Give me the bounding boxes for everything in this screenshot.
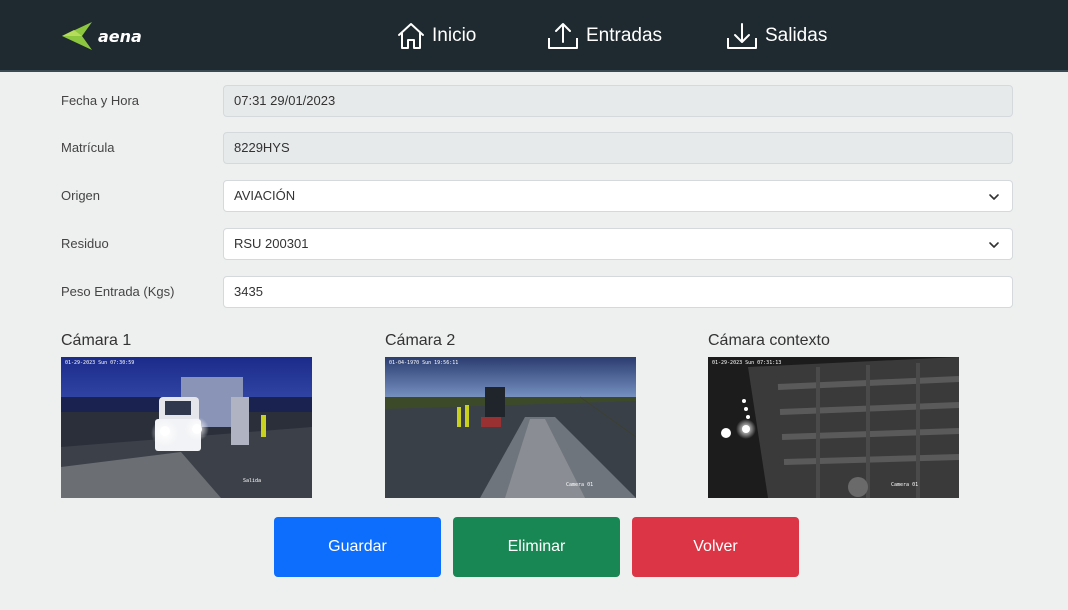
origen-select[interactable]: AVIACIÓN	[223, 180, 1013, 212]
camara-1-tag: Salida	[243, 478, 262, 484]
residuo-value: RSU 200301	[234, 236, 309, 251]
camara-contexto-title: Cámara contexto	[708, 332, 830, 349]
aena-logo[interactable]: aena	[60, 18, 142, 54]
camara-1-timestamp: 01-29-2023 Sun 07:30:59	[65, 360, 135, 366]
residuo-label: Residuo	[61, 236, 109, 251]
guardar-button[interactable]: Guardar	[274, 517, 441, 577]
fecha-label: Fecha y Hora	[61, 93, 140, 108]
nav-entradas-label: Entradas	[586, 25, 663, 46]
origen-label: Origen	[61, 188, 101, 203]
origen-value: AVIACIÓN	[234, 188, 296, 203]
fecha-field: 07:31 29/01/2023	[223, 85, 1013, 117]
nav-inicio-label: Inicio	[432, 25, 477, 46]
camara-contexto-timestamp: 01-29-2023 Sun 07:31:13	[712, 360, 782, 366]
logo-text: aena	[98, 26, 142, 46]
top-navbar: aena Inicio Entradas Salidas	[0, 0, 1068, 72]
camara-contexto-image[interactable]: 01-29-2023 Sun 07:31:13 Camera 01	[708, 357, 959, 498]
row-peso: Peso Entrada (Kgs) 3435	[0, 276, 1068, 308]
nav-salidas-label: Salidas	[765, 25, 828, 46]
peso-label: Peso Entrada (Kgs)	[61, 284, 175, 299]
camara-2-image[interactable]: 01-04-1970 Sun 19:56:11 Camera 01	[385, 357, 636, 498]
aena-logo-icon	[62, 22, 92, 50]
nav-salidas[interactable]: Salidas	[725, 18, 827, 54]
download-icon	[727, 23, 757, 49]
home-icon	[398, 23, 424, 49]
nav-entradas[interactable]: Entradas	[546, 18, 662, 54]
matricula-label: Matrícula	[61, 140, 115, 155]
camara-contexto-tag: Camera 01	[891, 482, 919, 488]
camara-2-title: Cámara 2	[385, 332, 456, 349]
camara-2-timestamp: 01-04-1970 Sun 19:56:11	[389, 360, 459, 366]
row-origen: Origen AVIACIÓN	[0, 180, 1068, 212]
row-residuo: Residuo RSU 200301	[0, 228, 1068, 260]
camara-contexto-photo	[708, 357, 959, 498]
peso-input[interactable]: 3435	[223, 276, 1013, 308]
upload-icon	[548, 23, 578, 49]
chevron-down-icon	[989, 194, 999, 200]
camara-2-photo	[385, 357, 636, 498]
matricula-field: 8229HYS	[223, 132, 1013, 164]
residuo-select[interactable]: RSU 200301	[223, 228, 1013, 260]
eliminar-button[interactable]: Eliminar	[453, 517, 620, 577]
volver-button[interactable]: Volver	[632, 517, 799, 577]
row-fecha: Fecha y Hora 07:31 29/01/2023	[0, 85, 1068, 117]
camara-1-image[interactable]: 01-29-2023 Sun 07:30:59 Salida	[61, 357, 312, 498]
row-matricula: Matrícula 8229HYS	[0, 132, 1068, 164]
camara-1-title: Cámara 1	[61, 332, 132, 349]
chevron-down-icon	[989, 242, 999, 248]
camara-1-photo	[61, 357, 312, 498]
camara-2-tag: Camera 01	[566, 482, 594, 488]
nav-inicio[interactable]: Inicio	[396, 18, 476, 54]
